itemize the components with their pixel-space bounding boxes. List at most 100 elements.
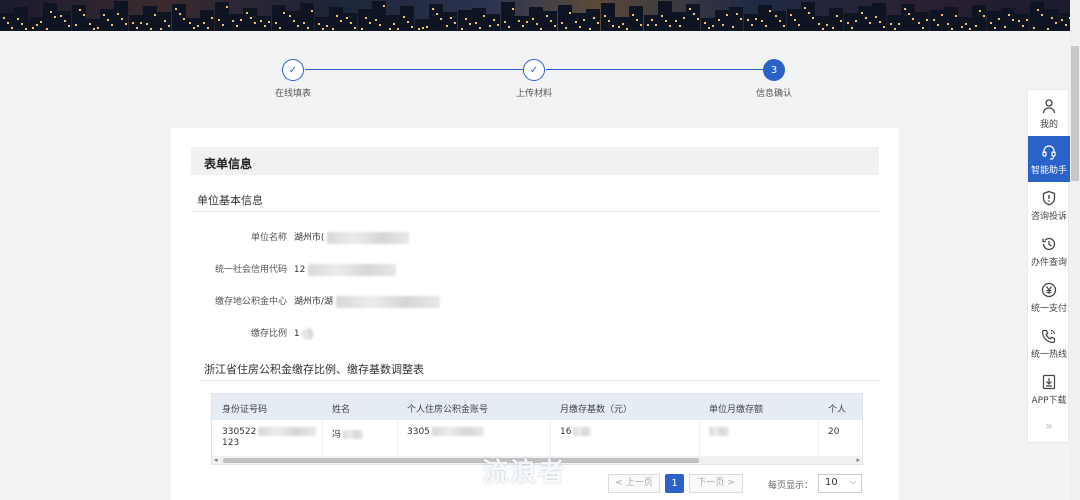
banner-light bbox=[411, 26, 414, 28]
banner-light bbox=[211, 17, 214, 19]
field-fund-center: 缴存地公积金中心 湖州市/湖 bbox=[161, 294, 440, 308]
step-connector bbox=[305, 69, 523, 70]
sidebar-item-mine[interactable]: 我的 bbox=[1028, 90, 1070, 136]
banner-light bbox=[1026, 19, 1029, 21]
step-number: 3 bbox=[763, 59, 785, 81]
banner-light bbox=[979, 10, 982, 12]
banner-building bbox=[1015, 14, 1030, 31]
sidebar-label: 统一支付 bbox=[1030, 304, 1067, 314]
banner-light bbox=[25, 28, 28, 30]
banner-light bbox=[503, 21, 506, 23]
banner-building bbox=[114, 1, 129, 31]
sidebar-item-hotline[interactable]: 统一热线 bbox=[1028, 320, 1070, 366]
double-chevron-icon[interactable]: » bbox=[1028, 412, 1070, 442]
cell-divider bbox=[818, 420, 819, 456]
banner-light bbox=[640, 24, 643, 26]
banner-building bbox=[743, 14, 758, 31]
banner-light bbox=[875, 16, 878, 18]
banner-light bbox=[360, 28, 363, 30]
sidebar-item-payment[interactable]: 统一支付 bbox=[1028, 274, 1070, 320]
banner-light bbox=[139, 22, 142, 24]
banner-light bbox=[650, 19, 653, 21]
banner-light bbox=[1022, 25, 1025, 27]
banner-light bbox=[940, 14, 943, 16]
history-icon bbox=[1042, 237, 1056, 251]
banner-light bbox=[993, 27, 996, 29]
redacted-mask bbox=[308, 263, 397, 276]
banner-light bbox=[246, 12, 249, 14]
banner-light bbox=[331, 28, 334, 30]
scroll-right-icon[interactable]: ▸ bbox=[856, 456, 860, 464]
banner-light bbox=[96, 27, 99, 29]
banner-building bbox=[228, 14, 243, 31]
banner-light bbox=[611, 25, 614, 27]
sidebar-item-app-download[interactable]: APP下载 bbox=[1028, 366, 1070, 412]
banner-light bbox=[493, 19, 496, 21]
banner-light bbox=[146, 23, 148, 25]
banner-light bbox=[760, 20, 763, 22]
banner-light bbox=[311, 10, 314, 12]
next-page-button[interactable]: 下一页 > bbox=[689, 474, 743, 493]
banner-light bbox=[826, 24, 829, 26]
redacted-mask bbox=[302, 327, 315, 340]
banner-light bbox=[60, 15, 63, 17]
banner-light bbox=[554, 25, 557, 27]
banner-light bbox=[532, 18, 535, 20]
cell-personal: 20 bbox=[828, 427, 840, 437]
sidebar-label: 办件查询 bbox=[1030, 258, 1067, 268]
banner-light bbox=[836, 15, 839, 17]
banner-light bbox=[389, 28, 392, 30]
banner-light bbox=[832, 27, 835, 29]
banner-light bbox=[403, 16, 406, 18]
banner-light bbox=[293, 20, 295, 22]
scrollbar-thumb[interactable] bbox=[1071, 46, 1079, 181]
banner-light bbox=[1018, 20, 1021, 22]
sidebar-item-assistant[interactable]: 智能助手 bbox=[1028, 136, 1070, 182]
banner-building bbox=[486, 14, 501, 31]
banner-light bbox=[703, 22, 706, 24]
banner-light bbox=[568, 12, 571, 14]
banner-light bbox=[168, 25, 171, 27]
banner-light bbox=[225, 6, 228, 8]
banner-light bbox=[1040, 14, 1043, 16]
field-value: 1 bbox=[293, 329, 300, 339]
banner-light bbox=[879, 21, 882, 23]
banner-light bbox=[818, 23, 821, 25]
step-label: 在线填表 bbox=[274, 89, 311, 99]
field-label: 缴存地公积金中心 bbox=[214, 297, 287, 307]
divider bbox=[201, 380, 879, 381]
banner-light bbox=[807, 12, 810, 14]
banner-light bbox=[268, 21, 271, 23]
banner-light bbox=[597, 22, 600, 24]
banner-light bbox=[368, 22, 371, 24]
banner-light bbox=[450, 17, 453, 19]
banner-light bbox=[861, 12, 863, 14]
banner-light bbox=[936, 24, 939, 26]
banner-light bbox=[92, 28, 95, 30]
table-header: 身份证号码 姓名 个人住房公积金账号 月缴存基数（元） 单位月缴存额 个人 bbox=[212, 394, 862, 420]
step-confirm: 3 信息确认 bbox=[734, 59, 814, 99]
banner-light bbox=[593, 17, 596, 19]
scrollbar-thumb[interactable] bbox=[223, 458, 699, 463]
sidebar-item-complaint[interactable]: 咨询投诉 bbox=[1028, 182, 1070, 228]
banner-light bbox=[3, 17, 5, 19]
progress-steps: ✓ 在线填表 ✓ 上传材料 3 信息确认 bbox=[0, 31, 1080, 126]
col-name: 姓名 bbox=[332, 405, 351, 415]
shield-alert-icon bbox=[1042, 190, 1056, 206]
banner-light bbox=[307, 27, 310, 29]
banner-light bbox=[768, 10, 771, 12]
page-number-button[interactable]: 1 bbox=[665, 474, 684, 493]
banner-light bbox=[550, 20, 553, 22]
page-scrollbar[interactable] bbox=[1070, 0, 1080, 500]
banner-light bbox=[575, 21, 577, 23]
banner-light bbox=[893, 28, 896, 30]
sidebar-item-query[interactable]: 办件查询 bbox=[1028, 228, 1070, 274]
banner-light bbox=[489, 25, 492, 27]
scroll-left-icon[interactable]: ◂ bbox=[214, 456, 218, 464]
banner-light bbox=[254, 22, 257, 24]
banner-light bbox=[397, 28, 400, 30]
prev-page-button[interactable]: < 上一页 bbox=[608, 474, 660, 493]
banner-light bbox=[321, 28, 324, 30]
banner-light bbox=[174, 8, 177, 10]
per-page-select[interactable]: 10 ⌵ bbox=[818, 474, 862, 493]
